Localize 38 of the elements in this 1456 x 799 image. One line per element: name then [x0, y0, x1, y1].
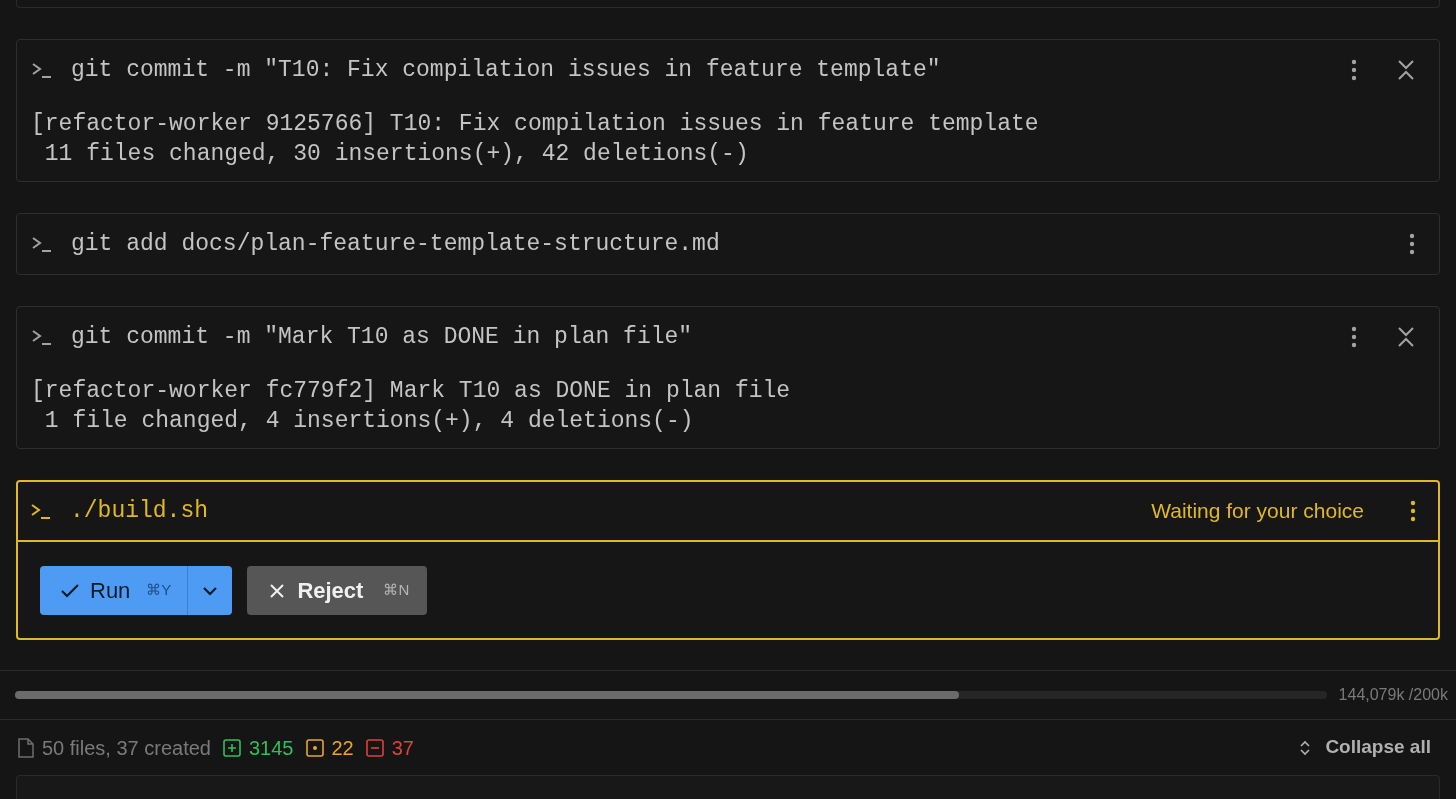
modified-count: 22	[331, 735, 354, 761]
command-text: git add docs/plan-feature-template-structure.md	[71, 229, 721, 259]
command-text: ./build.sh	[70, 496, 210, 526]
status-text: Waiting for your choice	[1151, 498, 1364, 525]
deleted-count: 37	[391, 735, 415, 761]
more-options-icon[interactable]	[1351, 59, 1357, 81]
terminal-prompt-icon	[31, 328, 53, 346]
chevrons-icon	[1299, 738, 1312, 757]
command-text: git commit -m "T10: Fix compilation issues in feature template"	[71, 55, 942, 85]
context-usage-text: 144,079k /200k	[1338, 685, 1448, 705]
collapse-all-button[interactable]: Collapse all	[1299, 733, 1431, 762]
terminal-prompt-icon	[31, 61, 53, 79]
shortcut-hint: ⌘N	[383, 580, 410, 601]
reject-button[interactable]: Reject ⌘N	[247, 566, 428, 615]
run-button[interactable]: Run ⌘Y	[40, 566, 189, 615]
file-icon	[18, 737, 34, 758]
run-options-button[interactable]	[188, 566, 233, 615]
output-line: [refactor-worker fc779f2] Mark T10 as DONE in plan file	[31, 377, 792, 406]
output-line: [refactor-worker 9125766] T10: Fix compilation issues in feature template	[31, 110, 1040, 139]
files-summary: 50 files, 37 created	[42, 735, 211, 761]
dot-square-icon	[305, 738, 324, 757]
caret-icon	[202, 585, 219, 596]
collapse-icon[interactable]	[1397, 59, 1415, 81]
collapse-icon[interactable]	[1397, 326, 1415, 348]
check-icon	[60, 582, 80, 599]
output-line: 1 file changed, 4 insertions(+), 4 deletions(-)	[43, 407, 695, 436]
more-options-icon[interactable]	[1410, 500, 1416, 522]
terminal-prompt-icon	[30, 502, 52, 520]
command-text: git commit -m "Mark T10 as DONE in plan file"	[71, 322, 694, 352]
minus-square-icon	[365, 738, 384, 757]
output-line: 11 files changed, 30 insertions(+), 42 deletions(-)	[43, 140, 750, 169]
more-options-icon[interactable]	[1351, 326, 1357, 348]
shortcut-hint: ⌘Y	[146, 580, 172, 601]
close-icon	[269, 582, 286, 599]
more-options-icon[interactable]	[1409, 233, 1415, 255]
terminal-prompt-icon	[31, 235, 53, 253]
added-count: 3145	[249, 735, 294, 761]
plus-square-icon	[223, 738, 241, 757]
